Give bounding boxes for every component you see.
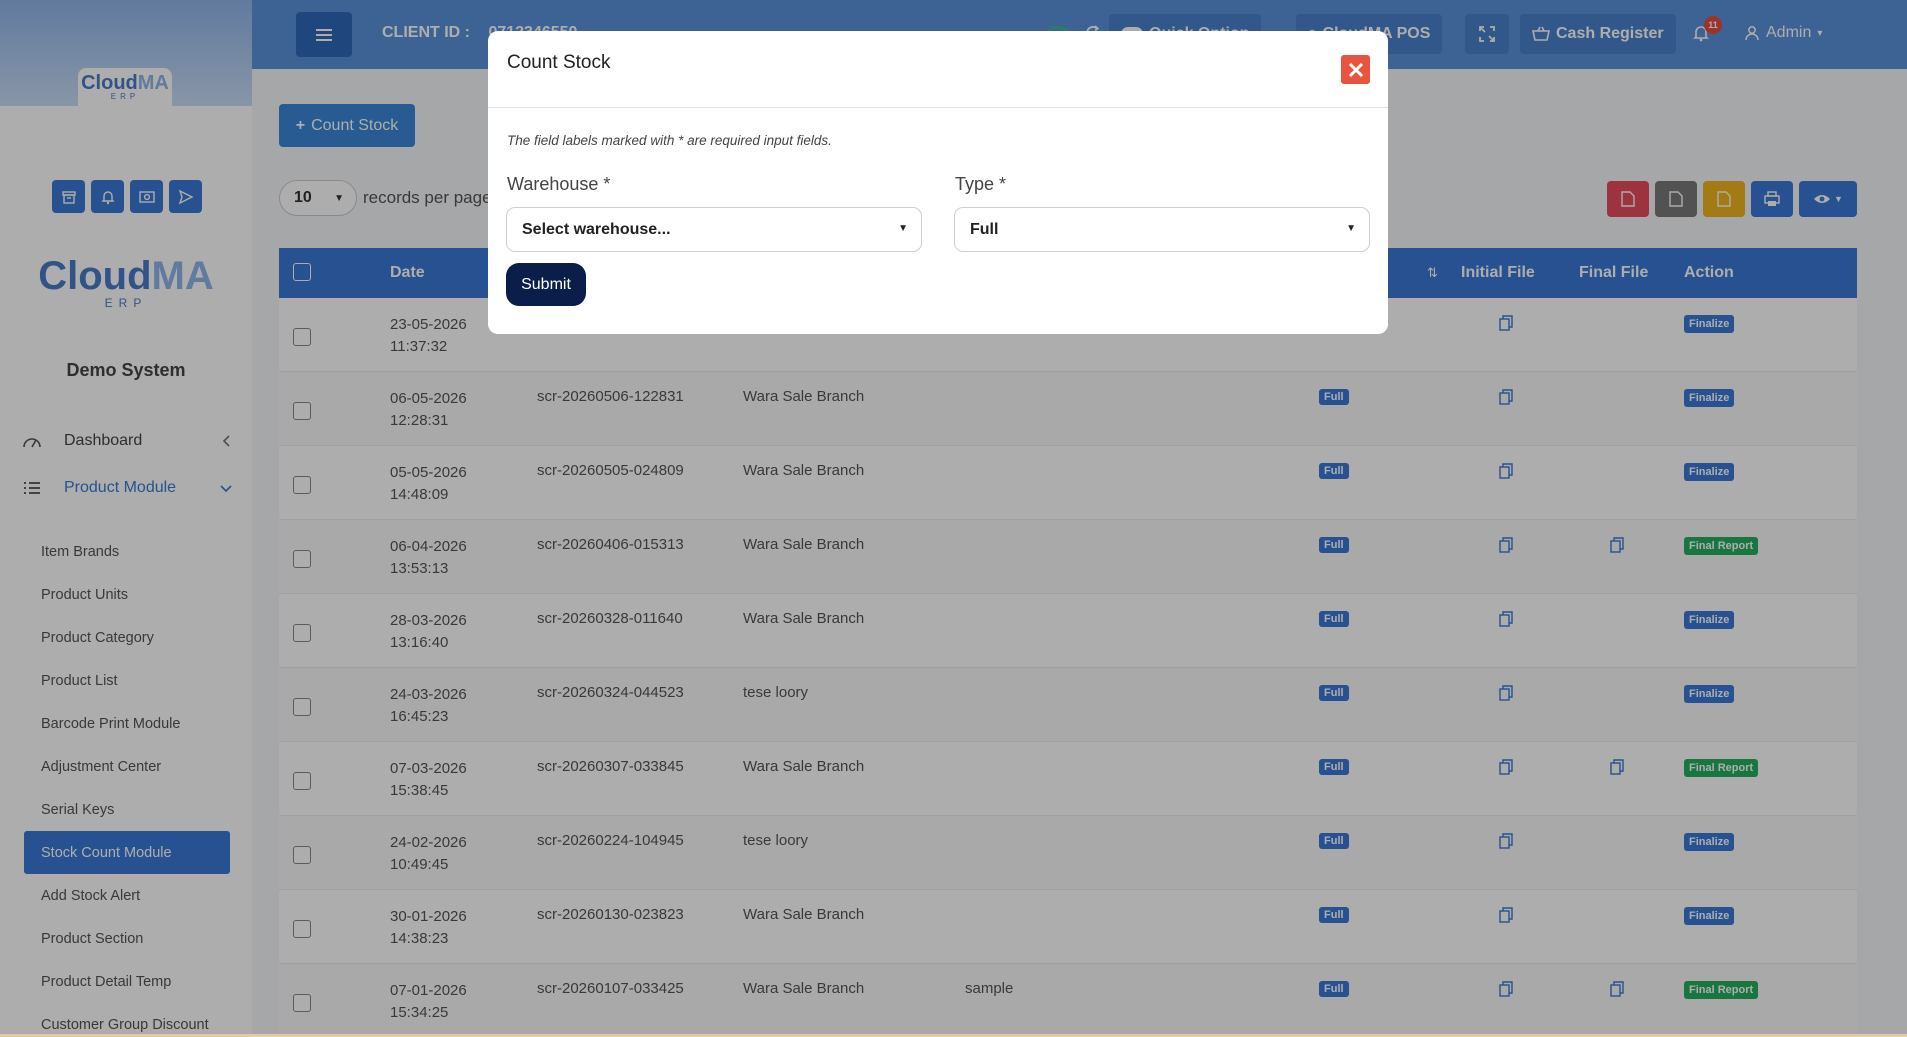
- close-button[interactable]: [1341, 55, 1370, 84]
- submit-button[interactable]: Submit: [506, 263, 586, 306]
- count-stock-modal: Count Stock The field labels marked with…: [488, 31, 1388, 334]
- modal-title: Count Stock: [507, 52, 611, 73]
- type-label: Type *: [955, 174, 1007, 194]
- warehouse-label: Warehouse *: [507, 174, 611, 194]
- type-select[interactable]: Full ▼: [954, 207, 1370, 252]
- modal-header: Count Stock: [488, 31, 1388, 108]
- caret-down-icon: ▼: [898, 223, 908, 234]
- warehouse-select[interactable]: Select warehouse... ▼: [506, 207, 922, 252]
- close-icon: [1348, 62, 1363, 77]
- required-fields-note: The field labels marked with * are requi…: [507, 133, 832, 148]
- caret-down-icon: ▼: [1346, 223, 1356, 234]
